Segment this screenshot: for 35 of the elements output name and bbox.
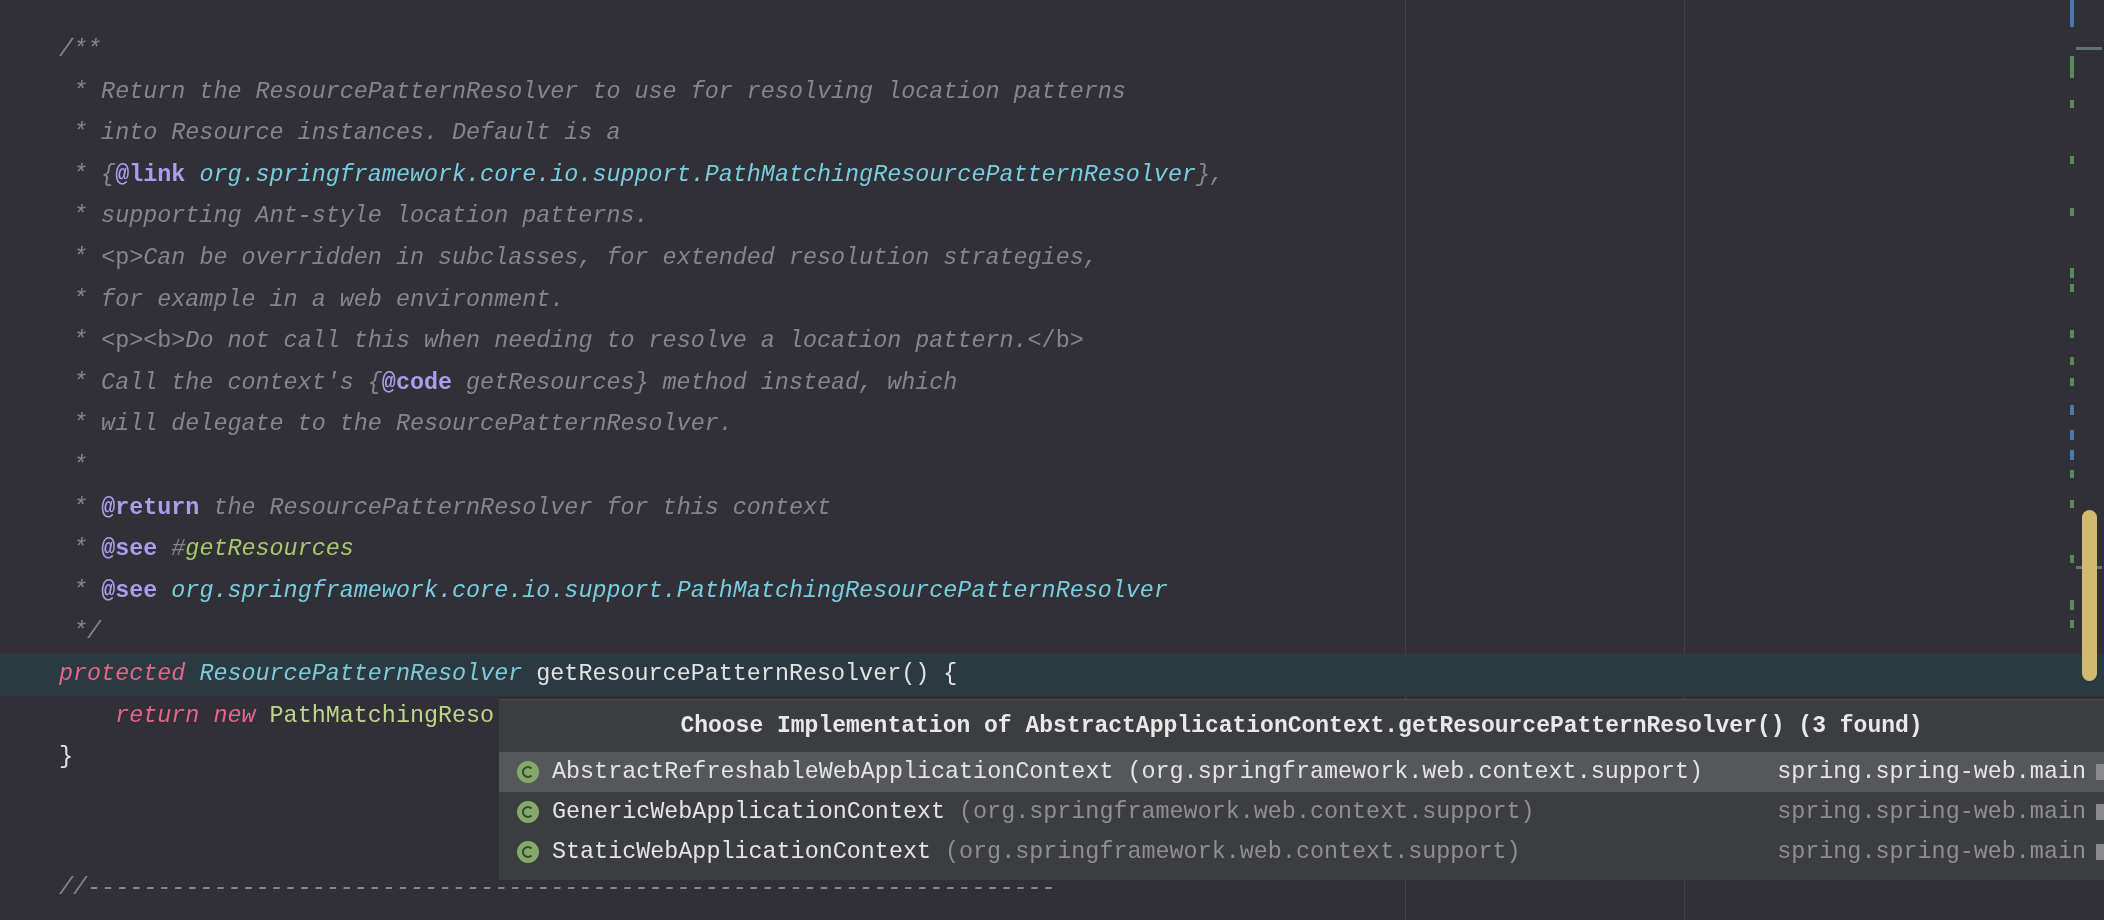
class-icon [517,801,539,823]
implementation-item[interactable]: GenericWebApplicationContext (org.springframework.web.context.support) spring.spring-web.main [499,792,2104,832]
code-line: * supporting Ant-style location patterns. [72,203,649,230]
code-line: * @see #getResources [72,536,354,563]
class-icon [517,841,539,863]
class-name: StaticWebApplicationContext [552,839,931,865]
code-line: * <p><b>Do not call this when needing to resolve a location pattern.</b> [72,328,1084,355]
class-icon [517,761,539,783]
module-name: spring.spring-web.main [1777,839,2086,865]
implementation-item[interactable]: StaticWebApplicationContext (org.springframework.web.context.support) spring.spring-web.main [499,832,2104,872]
class-name: GenericWebApplicationContext [552,799,946,825]
code-line: * Call the context's {@code getResources} method instead, which [72,369,958,396]
popup-title: Choose Implementation of AbstractApplicationContext.getResourcePatternResolver() (3 found) [679,712,1924,741]
code-line: /** [59,37,102,63]
code-line: * @return the ResourcePatternResolver for this context [72,494,832,521]
code-line: * {@link org.springframework.core.io.support.PathMatchingResourcePatternResolver}, [72,161,1225,188]
class-name: AbstractRefreshableWebApplicationContext [552,759,1114,785]
implementation-item[interactable]: AbstractRefreshableWebApplicationContext (org.springframework.web.context.support) spring.spring-web.main [499,752,2104,792]
code-line: return new PathMatchingReso [114,702,495,729]
code-line: */ [72,619,102,646]
package-name: (org.springframework.web.context.support) [959,799,1535,825]
module-name: spring.spring-web.main [1777,759,2086,785]
code-line: * will delegate to the ResourcePatternResolver. [72,411,733,438]
code-line: * Return the ResourcePatternResolver to use for resolving location patterns [72,78,1126,105]
code-line: * for example in a web environment. [72,286,565,313]
code-line: * [72,452,88,479]
code-line: } [59,744,74,771]
package-name: (org.springframework.web.context.support) [945,839,1521,865]
code-line: * @see org.springframework.core.io.support.PathMatchingResourcePatternResolver [72,577,1168,604]
module-name: spring.spring-web.main [1777,799,2086,825]
code-line: * into Resource instances. Default is a [72,120,621,147]
package-name: (org.springframework.web.context.support) [1127,759,1703,785]
code-line: * <p>Can be overridden in subclasses, for extended resolution strategies, [72,244,1098,271]
code-line: //--------------------------------------------------------------------- [59,874,1056,901]
scrollbar-thumb[interactable] [2082,510,2097,681]
